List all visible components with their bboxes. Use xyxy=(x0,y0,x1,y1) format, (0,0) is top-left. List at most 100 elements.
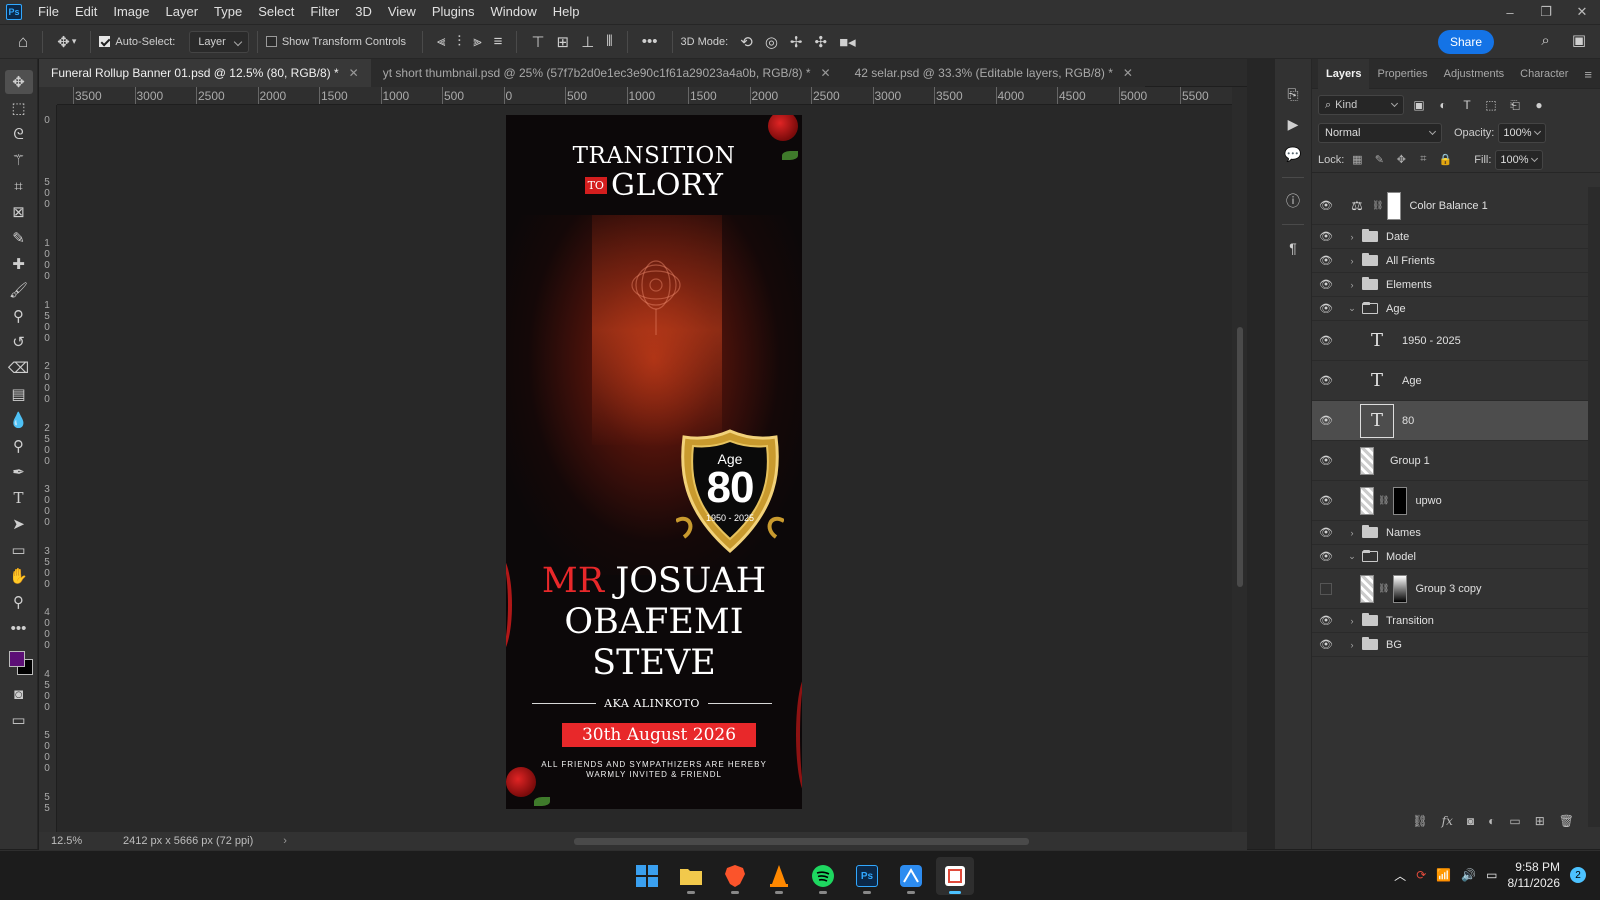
start-button[interactable] xyxy=(628,857,666,895)
layer-row[interactable]: 👁 Group 1 xyxy=(1312,441,1588,481)
layer-group-row[interactable]: 👁 ⌄ Model xyxy=(1312,545,1588,569)
fx-icon[interactable]: fx xyxy=(1442,814,1453,828)
3d-slide-icon[interactable]: ✣ xyxy=(814,33,827,51)
delete-layer-icon[interactable]: 🗑 xyxy=(1559,814,1574,828)
lock-transparency-icon[interactable]: ▦ xyxy=(1348,153,1366,166)
layer-row[interactable]: 👁 ⚖ ⛓ Color Balance 1 xyxy=(1312,187,1588,225)
volume-icon[interactable]: 🔊 xyxy=(1461,868,1476,882)
visibility-eye-icon[interactable]: 👁 xyxy=(1312,230,1340,243)
menu-filter[interactable]: Filter xyxy=(302,0,347,24)
gradient-tool-icon[interactable]: ▤ xyxy=(5,382,33,406)
align-bottom-icon[interactable]: ⊥ xyxy=(581,33,594,51)
lock-pixels-icon[interactable]: ✎ xyxy=(1370,153,1388,166)
info-icon[interactable]: ⓘ xyxy=(1281,189,1305,213)
eyedropper-icon[interactable]: ✎ xyxy=(5,226,33,250)
ruler-horizontal[interactable]: 3500 3000 2500 2000 1500 1000 500 0 500 1000 1500 2… xyxy=(57,87,1247,105)
menu-select[interactable]: Select xyxy=(250,0,302,24)
align-middle-icon[interactable]: ⊞ xyxy=(557,33,570,51)
paragraph-icon[interactable]: ¶ xyxy=(1281,236,1305,260)
layer-group-row[interactable]: 👁 › Elements xyxy=(1312,273,1588,297)
canvas-vertical-scrollbar[interactable] xyxy=(1232,87,1247,832)
screen-mode-icon[interactable]: ▭ xyxy=(5,708,33,732)
link-layers-icon[interactable]: ⛓ xyxy=(1412,814,1427,828)
adjustment-layer-icon[interactable]: ◐ xyxy=(1488,814,1495,828)
3d-camera-icon[interactable]: ■◂ xyxy=(839,33,856,51)
eraser-icon[interactable]: ⌫ xyxy=(5,356,33,380)
align-top-icon[interactable]: ⊤ xyxy=(531,33,544,51)
more-options-icon[interactable]: ••• xyxy=(642,33,658,50)
visibility-eye-icon[interactable]: 👁 xyxy=(1312,254,1340,267)
align-center-icon[interactable]: ⫶ xyxy=(457,33,461,50)
visibility-off-box[interactable] xyxy=(1320,582,1332,595)
zoom-tool-icon[interactable]: ⚲ xyxy=(5,590,33,614)
lock-position-icon[interactable]: ✥ xyxy=(1392,153,1410,166)
file-explorer-app[interactable] xyxy=(672,857,710,895)
mask-link-icon[interactable]: ⛓ xyxy=(1378,495,1389,506)
menu-edit[interactable]: Edit xyxy=(67,0,105,24)
restore-button[interactable]: ❐ xyxy=(1528,0,1564,24)
visibility-eye-icon[interactable]: 👁 xyxy=(1312,302,1340,315)
scrollbar-thumb[interactable] xyxy=(1237,327,1243,587)
search-icon[interactable]: ⌕ xyxy=(1541,32,1549,49)
visibility-eye-icon[interactable]: 👁 xyxy=(1312,374,1340,387)
distribute-vertical-icon[interactable]: ⦀ xyxy=(606,33,613,50)
layer-group-row[interactable]: 👁 › Names xyxy=(1312,521,1588,545)
filter-type-icon[interactable]: T xyxy=(1458,98,1476,112)
visibility-eye-icon[interactable]: 👁 xyxy=(1312,414,1340,427)
layer-row[interactable]: 👁 ⛓ upwo xyxy=(1312,481,1588,521)
magic-wand-icon[interactable]: ⚚ xyxy=(5,148,33,172)
document-tab[interactable]: 42 selar.psd @ 33.3% (Editable layers, R… xyxy=(842,59,1145,87)
chevron-down-icon[interactable]: ▾ xyxy=(72,36,77,47)
wifi-icon[interactable]: 📶 xyxy=(1436,868,1451,882)
layers-scrollbar[interactable] xyxy=(1588,187,1600,827)
mask-link-icon[interactable]: ⛓ xyxy=(1372,200,1383,211)
layer-mask-thumbnail[interactable] xyxy=(1393,574,1408,603)
layer-thumbnail[interactable] xyxy=(1360,486,1374,515)
clock[interactable]: 9:58 PM 8/11/2026 xyxy=(1508,859,1561,891)
workspace-icon[interactable]: ▣ xyxy=(1572,31,1586,49)
distribute-icon[interactable]: ≡ xyxy=(494,33,503,50)
chevron-right-icon[interactable]: › xyxy=(283,835,287,847)
history-brush-icon[interactable]: ↺ xyxy=(5,330,33,354)
dodge-tool-icon[interactable]: ⚲ xyxy=(5,434,33,458)
snipping-tool-app[interactable] xyxy=(936,857,974,895)
visibility-eye-icon[interactable]: 👁 xyxy=(1312,614,1340,627)
menu-plugins[interactable]: Plugins xyxy=(424,0,483,24)
mask-link-icon[interactable]: ⛓ xyxy=(1378,583,1389,594)
photoshop-app[interactable]: Ps xyxy=(848,857,886,895)
chevron-down-icon[interactable]: ⌄ xyxy=(1346,551,1358,562)
visibility-eye-icon[interactable]: 👁 xyxy=(1312,278,1340,291)
fill-field[interactable]: 100% xyxy=(1495,149,1544,170)
chevron-up-icon[interactable]: ︿ xyxy=(1394,867,1406,884)
3d-roll-icon[interactable]: ◎ xyxy=(765,33,778,51)
banner-artwork[interactable]: TRANSITION TO GLORY Age 80 1950 - 2025 M… xyxy=(506,115,802,809)
lock-artboard-icon[interactable]: ⌗ xyxy=(1414,153,1432,166)
close-tab-icon[interactable]: ✕ xyxy=(1123,66,1133,80)
layer-group-row[interactable]: 👁 › Date xyxy=(1312,225,1588,249)
menu-image[interactable]: Image xyxy=(105,0,157,24)
canvas-horizontal-scrollbar[interactable] xyxy=(319,836,1264,846)
align-left-icon[interactable]: ⫷ xyxy=(437,33,445,50)
marquee-tool-icon[interactable]: ⬚ xyxy=(5,96,33,120)
photoshop-logo-icon[interactable]: Ps xyxy=(6,4,22,20)
menu-file[interactable]: File xyxy=(30,0,67,24)
close-tab-icon[interactable]: ✕ xyxy=(349,66,359,80)
filter-smart-object-icon[interactable]: ⎗ xyxy=(1506,98,1524,113)
auto-select-checkbox[interactable] xyxy=(99,36,111,47)
visibility-toggle[interactable] xyxy=(1312,582,1340,595)
layer-group-row[interactable]: 👁 › All Frients xyxy=(1312,249,1588,273)
crop-tool-icon[interactable]: ⌗ xyxy=(5,174,33,198)
show-transform-controls-checkbox[interactable] xyxy=(265,36,277,47)
3d-orbit-icon[interactable]: ⟲ xyxy=(740,33,753,51)
align-right-icon[interactable]: ⫸ xyxy=(473,33,481,50)
panel-tab-properties[interactable]: Properties xyxy=(1369,59,1435,89)
path-selection-icon[interactable]: ➤ xyxy=(5,512,33,536)
visibility-eye-icon[interactable]: 👁 xyxy=(1312,638,1340,651)
menu-window[interactable]: Window xyxy=(482,0,544,24)
minimize-button[interactable]: – xyxy=(1492,0,1528,24)
more-tools-icon[interactable]: ••• xyxy=(5,616,33,640)
spotify-app[interactable] xyxy=(804,857,842,895)
brush-tool-icon[interactable]: 🖌 xyxy=(5,278,33,302)
frame-tool-icon[interactable]: ⊠ xyxy=(5,200,33,224)
filter-adjustment-icon[interactable]: ◐ xyxy=(1434,98,1452,112)
